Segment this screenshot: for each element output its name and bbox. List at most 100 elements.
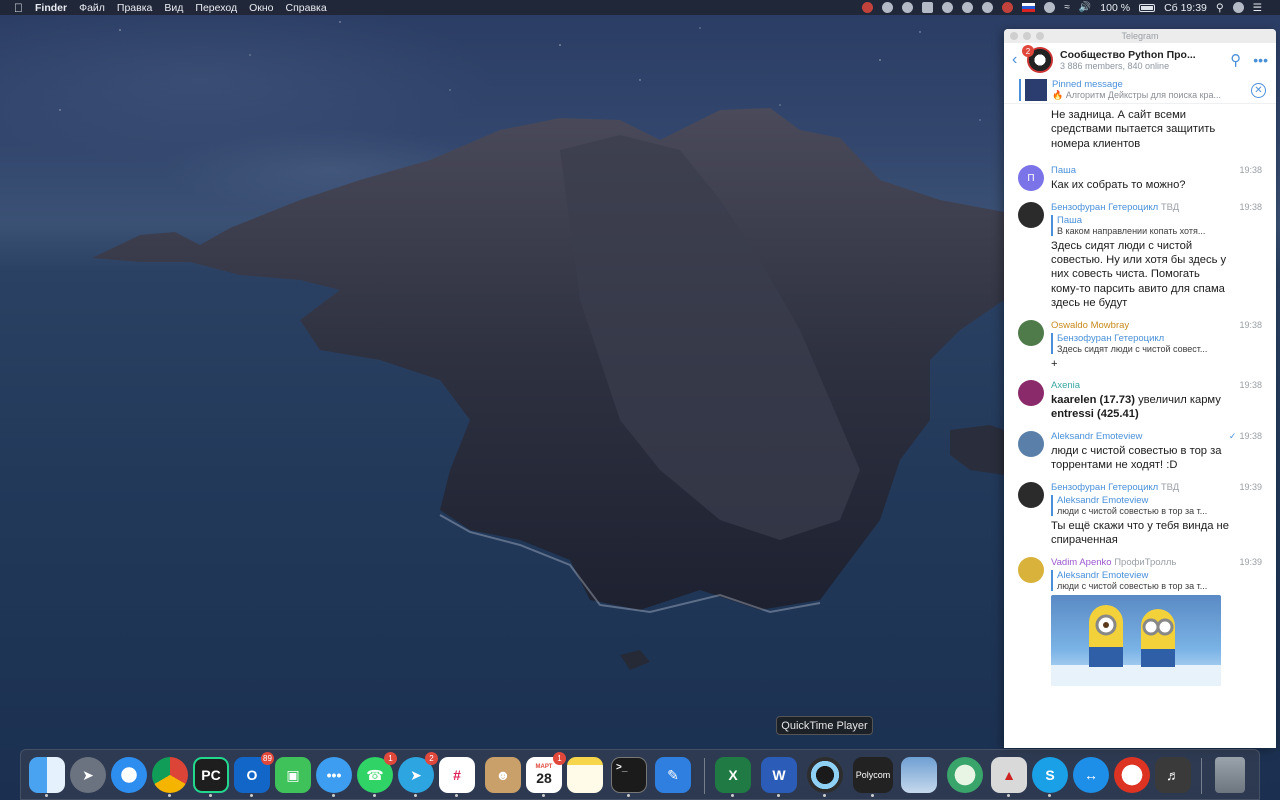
ftp-app-icon[interactable]: ▲ xyxy=(991,757,1027,793)
search-icon[interactable]: ⚲ xyxy=(1230,51,1241,69)
menu-go[interactable]: Переход xyxy=(195,2,237,14)
whatsapp-icon[interactable]: ☎ 1 xyxy=(357,752,397,793)
zoom-window-button[interactable] xyxy=(1036,32,1044,40)
safari-icon[interactable] xyxy=(111,757,147,793)
reply-quote[interactable]: Бензофуран Гетероцикл Здесь сидят люди с… xyxy=(1051,332,1231,354)
message-item[interactable]: Aleksandr Emoteview люди с чистой совест… xyxy=(1018,430,1276,473)
message-item[interactable]: Бензофуран Гетероцикл ТВД Паша В каком н… xyxy=(1018,201,1276,311)
status-gear-icon[interactable] xyxy=(942,2,954,13)
avatar[interactable] xyxy=(1018,481,1044,508)
status-notification-icon[interactable] xyxy=(1002,2,1014,13)
outlook-icon[interactable]: O 89 xyxy=(234,752,274,793)
avatar[interactable]: П xyxy=(1018,165,1044,192)
world-of-warships-icon[interactable] xyxy=(1114,757,1150,793)
more-options-icon[interactable]: ••• xyxy=(1253,52,1268,68)
chrome-icon[interactable] xyxy=(152,757,188,793)
clock[interactable]: Сб 19:39 xyxy=(1164,2,1207,14)
menu-app-name[interactable]: Finder xyxy=(35,2,67,14)
message-item[interactable]: Oswaldo Mowbray Бензофуран Гетероцикл Зд… xyxy=(1018,319,1276,371)
contacts-icon[interactable]: ☻ xyxy=(485,757,521,793)
search-icon[interactable]: ⚲ xyxy=(1216,2,1224,14)
word-icon[interactable]: W xyxy=(761,757,797,793)
feather-icon[interactable] xyxy=(882,2,894,13)
sender-role: ТВД xyxy=(1160,481,1180,493)
status-circle-icon[interactable] xyxy=(902,2,914,13)
avatar[interactable] xyxy=(1018,556,1044,583)
message-item[interactable]: П Паша Как их собрать то можно? 19:38 xyxy=(1018,165,1276,192)
volume-icon[interactable]: 🔊 xyxy=(1079,2,1091,13)
teamviewer-icon[interactable]: ↔ xyxy=(1073,757,1109,793)
avatar[interactable] xyxy=(1018,201,1044,228)
message-time: 19:38 xyxy=(1239,201,1262,212)
message-time: 19:38 xyxy=(1239,319,1262,330)
apple-icon[interactable]:  xyxy=(14,1,23,15)
image-attachment[interactable] xyxy=(1051,594,1221,686)
trash-icon[interactable] xyxy=(1215,757,1245,793)
excel-icon[interactable]: X xyxy=(715,757,751,793)
polycom-icon[interactable]: Polycom xyxy=(853,757,893,793)
minimize-window-button[interactable] xyxy=(1023,32,1031,40)
status-bolt-icon[interactable] xyxy=(982,2,994,13)
message-list[interactable]: Не задница. А сайт всеми средствами пыта… xyxy=(1004,108,1276,686)
skype-icon[interactable]: S xyxy=(1032,757,1068,793)
reply-author: Aleksandr Emoteview xyxy=(1057,569,1149,581)
russian-flag-icon[interactable] xyxy=(1022,3,1036,12)
window-titlebar[interactable]: Telegram xyxy=(1004,29,1276,43)
maps-app-icon[interactable] xyxy=(947,757,983,793)
messages-icon[interactable]: ••• xyxy=(316,757,352,793)
avatar[interactable] xyxy=(1018,430,1044,457)
telegram-icon[interactable]: ➤ 2 xyxy=(398,752,438,793)
facetime-icon[interactable]: ▣ xyxy=(275,757,311,793)
status-square-icon[interactable] xyxy=(922,2,934,13)
status-app-icon[interactable] xyxy=(862,2,874,13)
message-item[interactable]: Vadim Apenko ПрофиТролль Aleksandr Emote… xyxy=(1018,556,1276,686)
sender-name[interactable]: Aleksandr Emoteview xyxy=(1051,431,1231,442)
chat-header: ‹ 2 Сообщество Python Про... 3 886 membe… xyxy=(1004,43,1276,77)
menu-edit[interactable]: Правка xyxy=(117,2,152,14)
reply-quote[interactable]: Паша В каком направлении копать хотя... xyxy=(1051,214,1231,236)
close-pinned-icon[interactable]: ✕ xyxy=(1251,83,1266,98)
reply-quote[interactable]: Aleksandr Emoteview люди с чистой совест… xyxy=(1051,569,1231,591)
control-center-icon[interactable]: ☰ xyxy=(1253,2,1262,14)
outlook-badge: 89 xyxy=(261,752,274,765)
world-of-tanks-icon[interactable]: ♬ xyxy=(1155,757,1191,793)
status-dot-icon[interactable] xyxy=(1044,2,1056,13)
terminal-icon[interactable]: >_ xyxy=(611,757,647,793)
menu-file[interactable]: Файл xyxy=(79,2,105,14)
sender-name[interactable]: Axenia xyxy=(1051,380,1231,391)
chat-member-count: 3 886 members, 840 online xyxy=(1060,61,1170,71)
battery-percent[interactable]: 100 % xyxy=(1100,2,1130,14)
avatar[interactable] xyxy=(1018,319,1044,346)
user-avatar-icon[interactable] xyxy=(1232,2,1244,13)
sender-name[interactable]: Oswaldo Mowbray xyxy=(1051,320,1231,331)
message-item[interactable]: Axenia kaarelen (17.73) увеличил карму e… xyxy=(1018,380,1276,422)
battery-icon[interactable] xyxy=(1139,3,1156,12)
menu-help[interactable]: Справка xyxy=(286,2,327,14)
pages-icon[interactable]: ✎ xyxy=(655,757,691,793)
slack-icon[interactable]: # xyxy=(439,757,475,793)
launchpad-icon[interactable]: ➤ xyxy=(70,757,106,793)
quicktime-icon[interactable] xyxy=(807,757,843,793)
reply-text: В каком направлении копать хотя... xyxy=(1057,225,1206,236)
calendar-icon[interactable]: МАРТ 28 1 xyxy=(526,752,566,793)
notes-icon[interactable] xyxy=(567,757,603,793)
sender-name[interactable]: Vadim Apenko xyxy=(1051,557,1112,568)
menu-window[interactable]: Окно xyxy=(249,2,273,14)
avatar[interactable] xyxy=(1018,380,1044,407)
check-circle-icon[interactable] xyxy=(962,2,974,13)
pinned-message-bar[interactable]: Pinned message 🔥 Алгоритм Дейкстры для п… xyxy=(1004,77,1276,104)
message-text: Здесь сидят люди с чистой совестью. Ну и… xyxy=(1051,239,1227,310)
sender-name[interactable]: Бензофуран Гетероцикл xyxy=(1051,482,1158,493)
sender-name[interactable]: Паша xyxy=(1051,165,1231,176)
chat-title[interactable]: Сообщество Python Про... xyxy=(1060,49,1218,61)
sender-name[interactable]: Бензофуран Гетероцикл xyxy=(1051,202,1158,213)
finder-icon[interactable] xyxy=(29,757,65,793)
preview-icon[interactable] xyxy=(901,757,937,793)
reply-quote[interactable]: Aleksandr Emoteview люди с чистой совест… xyxy=(1051,494,1231,516)
wifi-icon[interactable]: ≈ xyxy=(1064,2,1070,13)
close-window-button[interactable] xyxy=(1010,32,1018,40)
pycharm-icon[interactable]: PC xyxy=(193,757,229,793)
message-item[interactable]: Бензофуран Гетероцикл ТВД Aleksandr Emot… xyxy=(1018,481,1276,548)
message-text: kaarelen (17.73) увеличил карму entressi… xyxy=(1051,394,1221,421)
menu-view[interactable]: Вид xyxy=(164,2,183,14)
